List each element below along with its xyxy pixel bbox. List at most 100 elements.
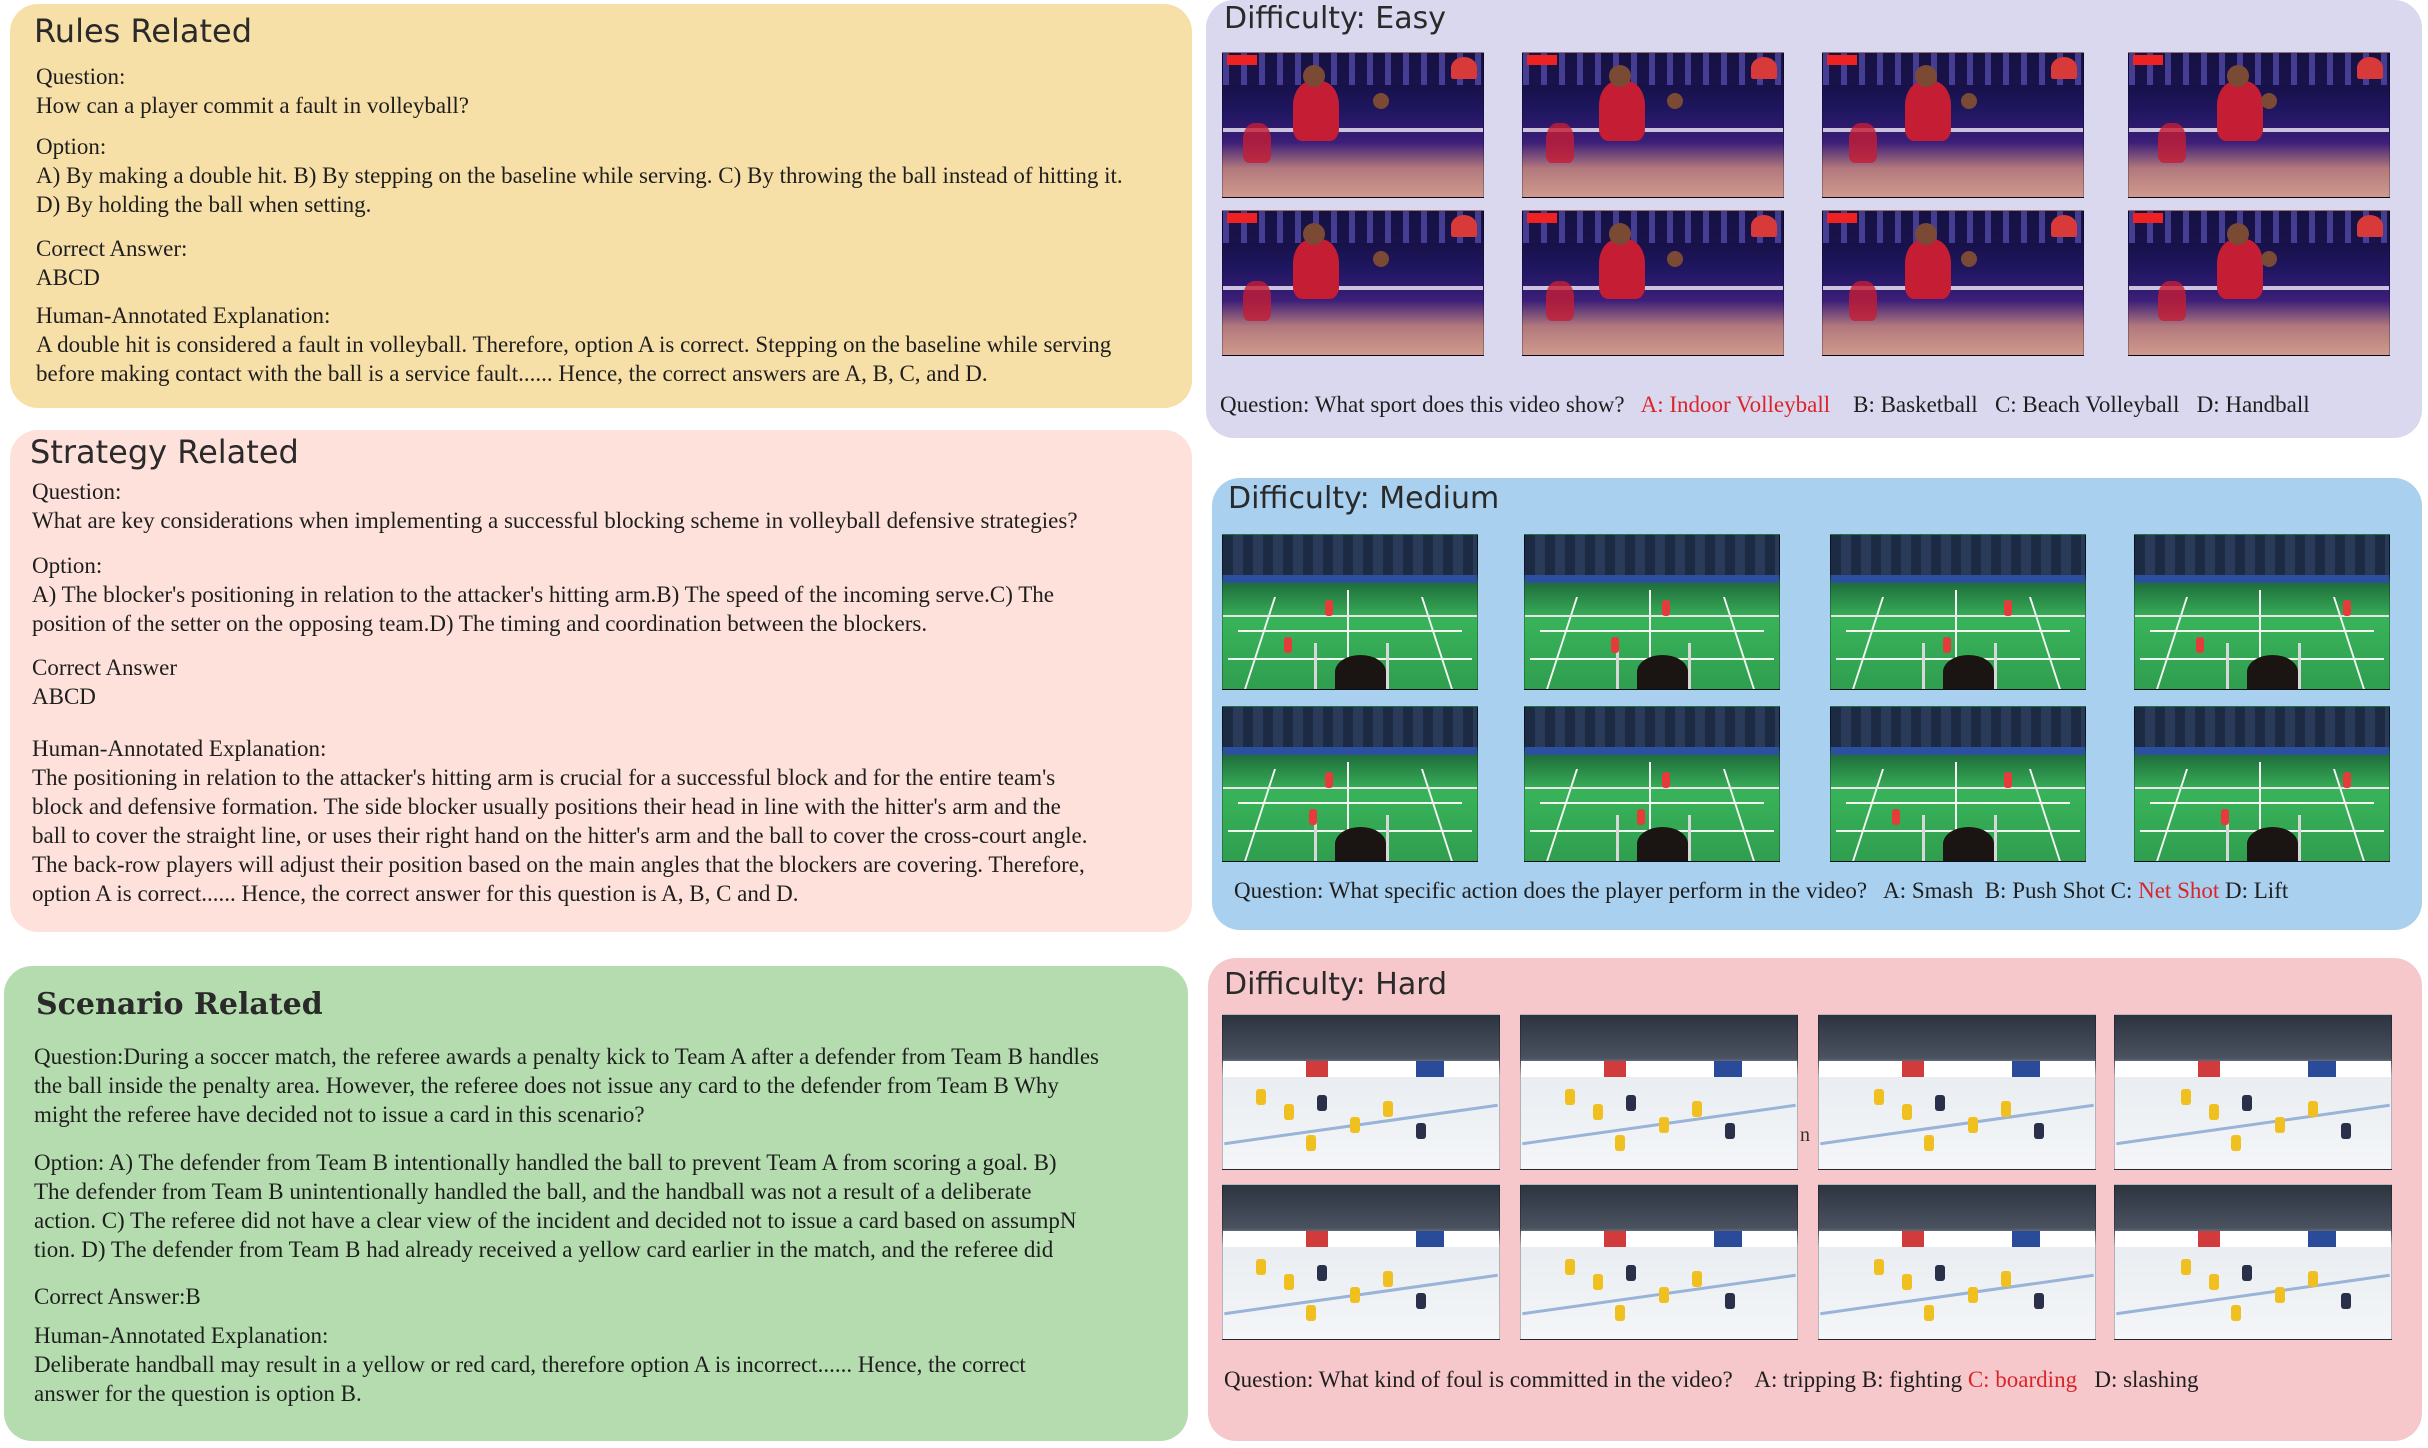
medium-option-a: A: Smash	[1883, 878, 1974, 903]
strategy-question-label: Question:	[32, 479, 122, 504]
player	[2343, 771, 2352, 788]
rules-explanation-line: A double hit is considered a fault in vo…	[36, 332, 1112, 357]
player-head	[1915, 223, 1937, 245]
hockey-player	[1659, 1286, 1669, 1303]
arena-banner	[1831, 747, 2085, 755]
medium-question: Question: What specific action does the …	[1234, 878, 1868, 903]
player	[1599, 81, 1645, 141]
player	[2158, 123, 2186, 163]
strategy-answer-label: Correct Answer	[32, 655, 177, 680]
hockey-player	[1625, 1265, 1636, 1282]
post	[1993, 642, 1997, 689]
hockey-player	[2208, 1274, 2219, 1291]
difficulty-easy-panel: Difficulty: Easy Question: What sport do…	[1206, 0, 2422, 438]
hockey-player	[1256, 1258, 1267, 1275]
ball	[2261, 251, 2277, 267]
strategy-option-line: A) The blocker's positioning in relation…	[32, 582, 1054, 607]
court-line	[1243, 596, 1276, 689]
stray-character: n	[1800, 1124, 1810, 1146]
broadcast-tag	[1527, 55, 1557, 65]
spectator-head	[1636, 655, 1688, 689]
hard-option-d: D: slashing	[2094, 1367, 2199, 1392]
rink-line	[1224, 1103, 1498, 1145]
difficulty-medium-panel: Difficulty: Medium Question: What specif…	[1212, 478, 2422, 930]
hockey-player	[1923, 1135, 1934, 1152]
medium-title: Difficulty: Medium	[1228, 481, 1500, 516]
hockey-player	[1256, 1088, 1267, 1105]
arena-lights	[1223, 53, 1483, 85]
strategy-title: Strategy Related	[30, 433, 299, 471]
post	[1314, 642, 1318, 689]
post	[1687, 642, 1691, 689]
video-frame	[2114, 1014, 2392, 1170]
medium-option-d: D: Lift	[2225, 878, 2289, 903]
arena-banner	[1223, 575, 1477, 583]
player	[1293, 239, 1339, 299]
rules-answer: ABCD	[36, 265, 100, 290]
player-head	[1303, 223, 1325, 245]
hockey-player	[1968, 1286, 1979, 1303]
post	[1385, 642, 1389, 689]
hockey-player	[2181, 1258, 2192, 1275]
hockey-player	[2275, 1286, 2286, 1303]
court-line	[1238, 630, 1462, 633]
hard-option-a: A: tripping	[1754, 1367, 1857, 1392]
arena-lights	[2129, 53, 2389, 85]
rink-boards	[2115, 1061, 2391, 1077]
medium-option-c-correct: Net Shot	[2138, 878, 2220, 903]
hockey-player	[2034, 1122, 2045, 1139]
broadcast-logo	[2051, 57, 2077, 79]
arena-stands	[1831, 535, 2085, 579]
strategy-explanation-line: The positioning in relation to the attac…	[32, 765, 1056, 790]
rink-boards	[1521, 1061, 1797, 1077]
court-line	[1421, 768, 1454, 861]
player	[1891, 808, 1900, 825]
court-line	[1421, 596, 1454, 689]
court-line	[2155, 596, 2188, 689]
player	[2221, 808, 2230, 825]
hockey-player	[1968, 1116, 1979, 1133]
video-frame	[1520, 1184, 1798, 1340]
scenario-option-line: The defender from Team B unintentionally…	[34, 1179, 1032, 1204]
spectator-head	[1334, 655, 1386, 689]
hockey-player	[1934, 1265, 1945, 1282]
strategy-question: What are key considerations when impleme…	[32, 508, 1078, 533]
post	[1687, 814, 1691, 861]
video-frame	[1222, 1014, 1500, 1170]
post	[2297, 814, 2301, 861]
ball	[1961, 251, 1977, 267]
arena-lights	[1823, 53, 2083, 85]
hockey-player	[1592, 1104, 1603, 1121]
court-line	[2029, 596, 2062, 689]
court-line	[1723, 596, 1756, 689]
rules-answer-label: Correct Answer:	[36, 236, 188, 261]
spectator-head	[2246, 827, 2298, 861]
player	[2003, 771, 2012, 788]
scenario-question-line: Question:During a soccer match, the refe…	[34, 1044, 1100, 1069]
video-frame	[1222, 534, 1478, 690]
arena-stands	[2135, 707, 2389, 751]
badminton-net	[1831, 615, 2085, 618]
hockey-player	[1565, 1088, 1576, 1105]
rules-question: How can a player commit a fault in volle…	[36, 93, 470, 118]
court-line	[1540, 630, 1764, 633]
video-frame	[1222, 706, 1478, 862]
post	[2297, 642, 2301, 689]
player	[1905, 239, 1951, 299]
player	[2217, 81, 2263, 141]
player	[1849, 123, 1877, 163]
player	[1905, 81, 1951, 141]
arena-banner	[2135, 747, 2389, 755]
court-line	[1545, 596, 1578, 689]
hockey-player	[2208, 1104, 2219, 1121]
rink-line	[1820, 1273, 2094, 1315]
court-line	[1846, 802, 2070, 805]
hockey-player	[1625, 1095, 1636, 1112]
hockey-player	[1416, 1292, 1427, 1309]
scenario-explanation-label: Human-Annotated Explanation:	[34, 1323, 329, 1348]
broadcast-logo	[1451, 57, 1477, 79]
rules-option-line: A) By making a double hit. B) By steppin…	[36, 163, 1123, 188]
rink-boards	[1223, 1231, 1499, 1247]
player-head	[2227, 223, 2249, 245]
broadcast-logo	[1751, 57, 1777, 79]
